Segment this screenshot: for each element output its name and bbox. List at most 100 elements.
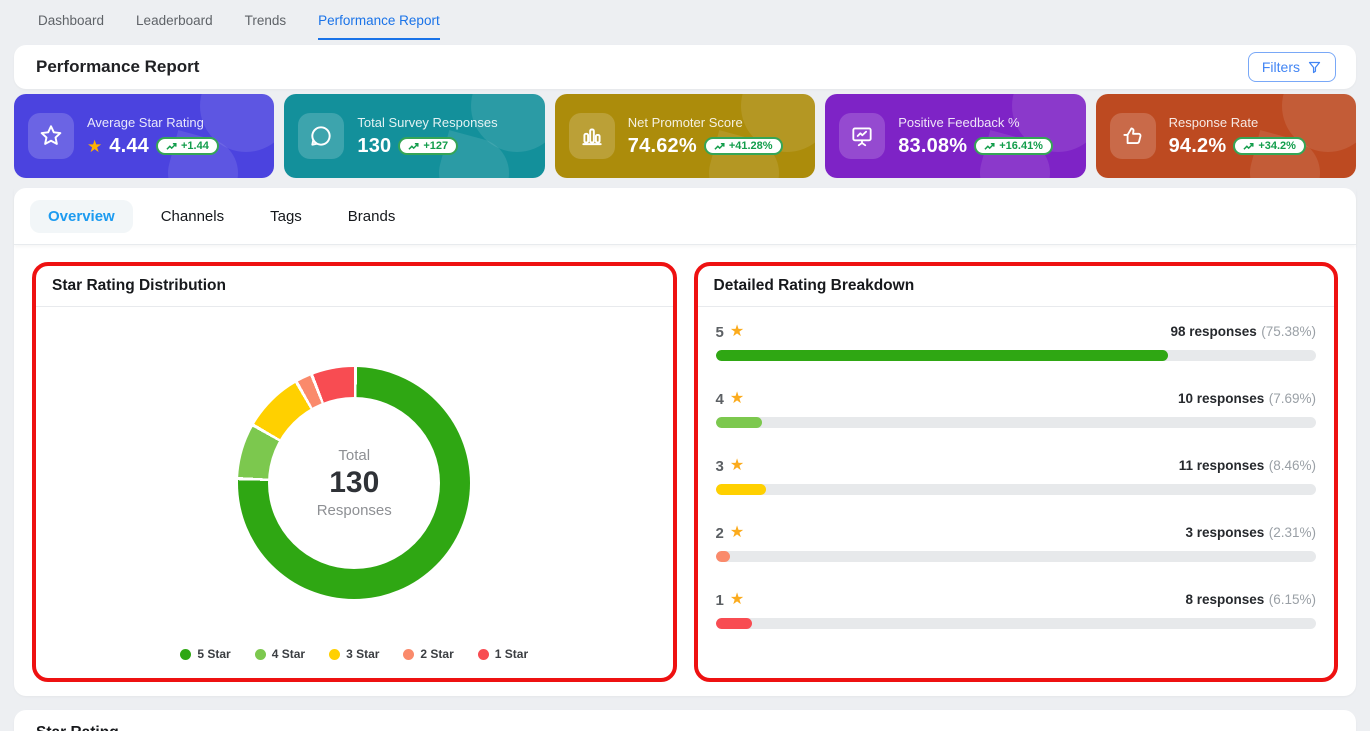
kpi-value: 83.08% bbox=[898, 135, 967, 158]
donut-center-label: Total bbox=[338, 447, 370, 464]
legend-dot bbox=[403, 649, 414, 660]
star-rating-distribution-panel: Star Rating Distribution Total 130 Respo… bbox=[32, 262, 677, 682]
filter-funnel-icon bbox=[1307, 60, 1322, 75]
filters-button[interactable]: Filters bbox=[1248, 52, 1336, 82]
nav-item-leaderboard[interactable]: Leaderboard bbox=[136, 13, 213, 40]
trending-up-icon bbox=[984, 142, 995, 151]
tab-channels[interactable]: Channels bbox=[143, 200, 242, 233]
rating-row-4-star: 4 ★ 10 responses (7.69%) bbox=[716, 390, 1317, 428]
report-content-card: Overview Channels Tags Brands Star Ratin… bbox=[14, 188, 1356, 696]
rating-number: 2 bbox=[716, 525, 724, 542]
kpi-value: 130 bbox=[357, 135, 391, 158]
chat-bubble-icon bbox=[298, 113, 344, 159]
legend-item-2-star[interactable]: 2 Star bbox=[403, 647, 453, 661]
filters-button-label: Filters bbox=[1262, 59, 1300, 75]
page-title: Performance Report bbox=[36, 57, 199, 77]
gold-star-icon: ★ bbox=[730, 324, 744, 340]
nav-item-performance-report[interactable]: Performance Report bbox=[318, 13, 440, 40]
gold-star-icon: ★ bbox=[730, 592, 744, 608]
response-percent: (2.31%) bbox=[1269, 525, 1316, 540]
rating-bar-fill bbox=[716, 417, 762, 428]
kpi-title: Net Promoter Score bbox=[628, 115, 783, 130]
rating-number: 4 bbox=[716, 391, 724, 408]
kpi-value: 4.44 bbox=[109, 135, 149, 158]
legend-item-4-star[interactable]: 4 Star bbox=[255, 647, 305, 661]
response-count: 10 responses bbox=[1178, 391, 1264, 406]
star-rating-donut-chart: Total 130 Responses bbox=[238, 367, 470, 599]
gold-star-icon: ★ bbox=[87, 138, 102, 155]
kpi-delta-badge: +41.28% bbox=[704, 137, 783, 155]
rating-breakdown-list: 5 ★ 98 responses (75.38%) 4 ★ 10 respons… bbox=[698, 307, 1335, 666]
panel-title: Star Rating Distribution bbox=[36, 266, 673, 307]
legend-label: 5 Star bbox=[197, 647, 230, 661]
rating-bar-track bbox=[716, 618, 1317, 629]
trending-up-icon bbox=[714, 142, 725, 151]
star-icon bbox=[28, 113, 74, 159]
nav-item-trends[interactable]: Trends bbox=[245, 13, 287, 40]
legend-item-5-star[interactable]: 5 Star bbox=[180, 647, 230, 661]
presentation-trend-icon bbox=[839, 113, 885, 159]
rating-row-3-star: 3 ★ 11 responses (8.46%) bbox=[716, 457, 1317, 495]
legend-dot bbox=[329, 649, 340, 660]
kpi-card-average-star-rating: Average Star Rating ★ 4.44 +1.44 bbox=[14, 94, 274, 178]
rating-row-2-star: 2 ★ 3 responses (2.31%) bbox=[716, 524, 1317, 562]
legend-item-1-star[interactable]: 1 Star bbox=[478, 647, 528, 661]
legend-dot bbox=[255, 649, 266, 660]
kpi-title: Total Survey Responses bbox=[357, 115, 497, 130]
kpi-delta-badge: +34.2% bbox=[1233, 137, 1306, 155]
trending-up-icon bbox=[1243, 142, 1254, 151]
legend-dot bbox=[478, 649, 489, 660]
kpi-title: Average Star Rating bbox=[87, 115, 219, 130]
rating-number: 5 bbox=[716, 324, 724, 341]
legend-label: 4 Star bbox=[272, 647, 305, 661]
gold-star-icon: ★ bbox=[730, 458, 744, 474]
legend-label: 1 Star bbox=[495, 647, 528, 661]
gold-star-icon: ★ bbox=[730, 391, 744, 407]
response-percent: (7.69%) bbox=[1269, 391, 1316, 406]
top-navigation: Dashboard Leaderboard Trends Performance… bbox=[0, 0, 1370, 40]
kpi-card-net-promoter-score: Net Promoter Score 74.62% +41.28% bbox=[555, 94, 815, 178]
kpi-card-positive-feedback: Positive Feedback % 83.08% +16.41% bbox=[825, 94, 1085, 178]
kpi-title: Response Rate bbox=[1169, 115, 1306, 130]
rating-bar-track bbox=[716, 350, 1317, 361]
rating-bar-fill bbox=[716, 484, 767, 495]
rating-bar-fill bbox=[716, 551, 730, 562]
panel-title: Detailed Rating Breakdown bbox=[698, 266, 1335, 307]
charts-area: Star Rating Distribution Total 130 Respo… bbox=[14, 245, 1356, 696]
rating-row-1-star: 1 ★ 8 responses (6.15%) bbox=[716, 591, 1317, 629]
kpi-delta-badge: +127 bbox=[398, 137, 458, 155]
kpi-card-response-rate: Response Rate 94.2% +34.2% bbox=[1096, 94, 1356, 178]
legend-label: 3 Star bbox=[346, 647, 379, 661]
bar-chart-icon bbox=[569, 113, 615, 159]
section-title: Star Rating bbox=[36, 724, 1334, 731]
tab-brands[interactable]: Brands bbox=[330, 200, 414, 233]
tab-tags[interactable]: Tags bbox=[252, 200, 320, 233]
page-header: Performance Report Filters bbox=[14, 45, 1356, 89]
rating-bar-fill bbox=[716, 618, 753, 629]
kpi-title: Positive Feedback % bbox=[898, 115, 1053, 130]
donut-total-value: 130 bbox=[329, 466, 379, 500]
thumbs-up-icon bbox=[1110, 113, 1156, 159]
response-count: 11 responses bbox=[1179, 458, 1265, 473]
kpi-value: 74.62% bbox=[628, 135, 697, 158]
rating-number: 3 bbox=[716, 458, 724, 475]
nav-item-dashboard[interactable]: Dashboard bbox=[38, 13, 104, 40]
tab-overview[interactable]: Overview bbox=[30, 200, 133, 233]
legend-label: 2 Star bbox=[420, 647, 453, 661]
response-count: 3 responses bbox=[1185, 525, 1264, 540]
kpi-delta-badge: +16.41% bbox=[974, 137, 1053, 155]
donut-center-sublabel: Responses bbox=[317, 502, 392, 519]
trending-up-icon bbox=[408, 142, 419, 151]
report-tabs: Overview Channels Tags Brands bbox=[14, 188, 1356, 245]
response-percent: (75.38%) bbox=[1261, 324, 1316, 339]
kpi-delta-badge: +1.44 bbox=[156, 137, 219, 155]
rating-bar-fill bbox=[716, 350, 1169, 361]
trending-up-icon bbox=[166, 142, 177, 151]
response-percent: (8.46%) bbox=[1269, 458, 1316, 473]
gold-star-icon: ★ bbox=[730, 525, 744, 541]
legend-dot bbox=[180, 649, 191, 660]
rating-number: 1 bbox=[716, 592, 724, 609]
response-count: 98 responses bbox=[1170, 324, 1256, 339]
response-percent: (6.15%) bbox=[1269, 592, 1316, 607]
legend-item-3-star[interactable]: 3 Star bbox=[329, 647, 379, 661]
